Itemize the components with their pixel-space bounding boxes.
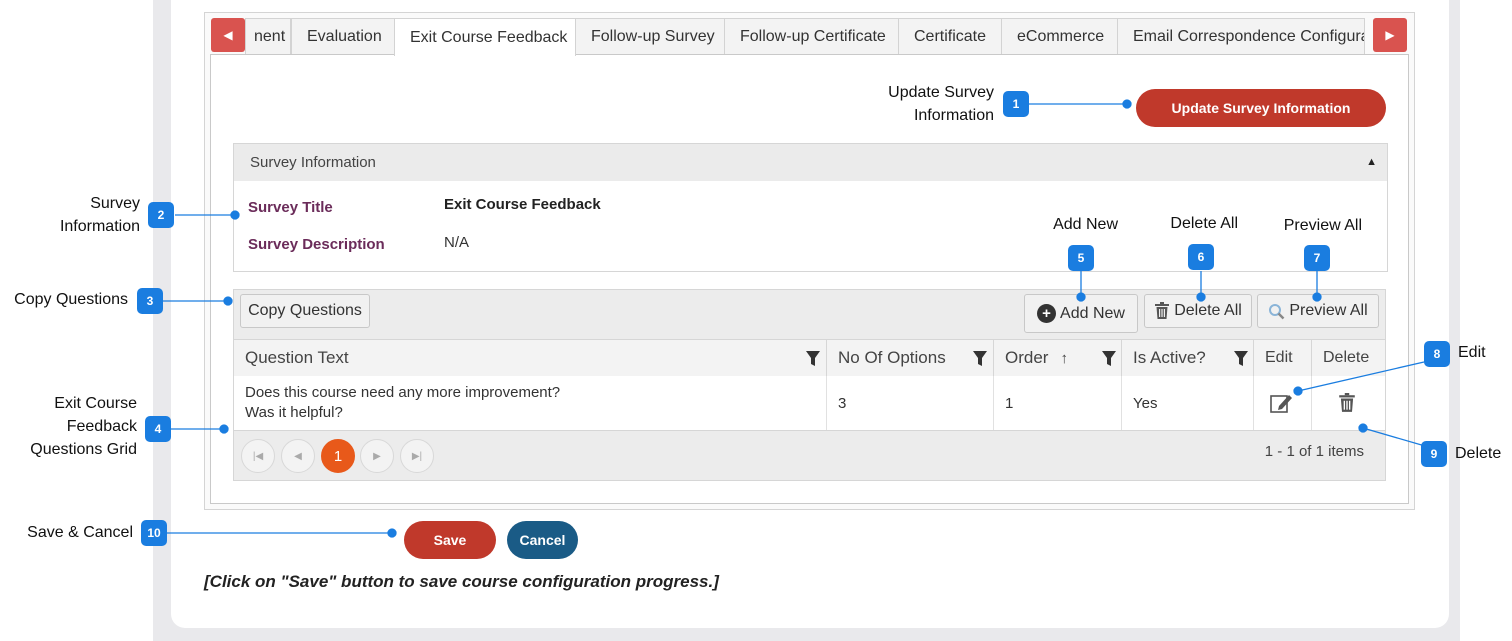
annotation-8-text: Edit <box>1458 344 1486 361</box>
callout-badge-1: 1 <box>1003 91 1029 117</box>
annotation-7-text: Preview All <box>1283 217 1362 234</box>
annotation-3-text: Copy Questions <box>14 291 128 308</box>
callout-badge-8: 8 <box>1424 341 1450 367</box>
annotation-connectors <box>163 99 1426 538</box>
annotation-1-text: Update Survey Information <box>888 84 994 124</box>
callout-badge-6: 6 <box>1188 244 1214 270</box>
tab-exit-course-feedback[interactable]: Exit Course Feedback <box>394 18 576 56</box>
annotation-9-text: Delete <box>1455 445 1502 462</box>
callout-badge-2: 2 <box>148 202 174 228</box>
callout-badge-9: 9 <box>1421 441 1447 467</box>
callout-badge-5: 5 <box>1068 245 1094 271</box>
tab-label: Exit Course Feedback <box>410 28 568 46</box>
annotation-5-text: Add New <box>1053 216 1118 233</box>
callout-badge-10: 10 <box>141 520 167 546</box>
annotation-10-text: Save & Cancel <box>27 524 133 541</box>
annotation-2-text: Survey Information <box>59 195 140 235</box>
annotation-4-text: Exit Course Feedback Questions Grid <box>30 395 137 458</box>
annotation-6-text: Delete All <box>1170 215 1238 232</box>
callout-badge-4: 4 <box>145 416 171 442</box>
callout-badge-7: 7 <box>1304 245 1330 271</box>
callout-badge-3: 3 <box>137 288 163 314</box>
